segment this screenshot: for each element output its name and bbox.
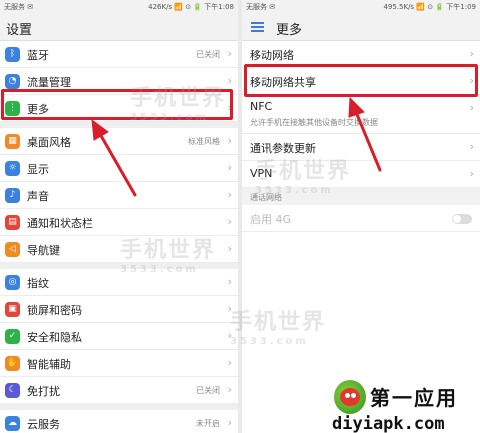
chevron-right-icon: › <box>227 302 232 315</box>
chevron-right-icon: › <box>227 134 232 147</box>
more-row-0[interactable]: 移动网络 › <box>242 41 480 68</box>
chevron-right-icon: › <box>227 275 232 288</box>
status-bar: 无服务 ✉ 426K/s 📶 ⊙ 🔋 下午1:08 <box>0 0 238 13</box>
settings-list: ᛒ 蓝牙 已关闭 › ◔ 流量管理 › ⋮ 更多 › ▦ 桌面风格 标准风格 › ☼ 显示 › ♪ 声音 › ▤ 通知和状… <box>0 41 238 433</box>
shield-icon: ✓ <box>5 329 20 344</box>
chevron-right-icon: › <box>227 416 232 429</box>
chevron-right-icon: › <box>227 74 232 87</box>
chevron-right-icon: › <box>227 356 232 369</box>
enable-4g-row[interactable]: 启用 4G <box>242 205 480 232</box>
settings-row-value: 未开启 <box>196 419 220 428</box>
settings-row-notification[interactable]: ▤ 通知和状态栏 › <box>0 209 238 236</box>
settings-row-sound[interactable]: ♪ 声音 › <box>0 182 238 209</box>
enable-4g-toggle[interactable] <box>452 214 472 224</box>
page-title: 更多 <box>276 23 303 38</box>
data-usage-icon: ◔ <box>5 74 20 89</box>
chevron-right-icon: › <box>469 140 474 153</box>
settings-row-label: 桌面风格 <box>27 136 71 149</box>
settings-row-display[interactable]: ☼ 显示 › <box>0 155 238 182</box>
settings-row-fingerprint[interactable]: ◎ 指纹 › <box>0 269 238 296</box>
more-row-label: NFC <box>250 100 273 113</box>
settings-title-bar: 设置 <box>0 13 238 41</box>
page-title: 设置 <box>6 23 33 38</box>
chevron-right-icon: › <box>469 47 474 60</box>
settings-row-label: 导航键 <box>27 244 60 257</box>
more-row-label: 移动网络 <box>250 49 294 62</box>
notification-icon: ▤ <box>5 215 20 230</box>
chevron-right-icon: › <box>227 242 232 255</box>
chevron-right-icon: › <box>227 215 232 228</box>
settings-row-label: 流量管理 <box>27 76 71 89</box>
cloud-icon: ☁ <box>5 416 20 431</box>
settings-row-bluetooth[interactable]: ᛒ 蓝牙 已关闭 › <box>0 41 238 68</box>
nav-keys-icon: ◁ <box>5 242 20 257</box>
chevron-right-icon: › <box>227 383 232 396</box>
settings-row-label: 锁屏和密码 <box>27 304 82 317</box>
brand-name: 第一应用 <box>370 386 458 410</box>
more-row-label: 移动网络共享 <box>250 76 316 89</box>
settings-row-lock[interactable]: ▣ 锁屏和密码 › <box>0 296 238 323</box>
more-row-4[interactable]: VPN › <box>242 161 480 188</box>
more-row-2[interactable]: NFC 允许手机在接触其他设备时交换数据 › <box>242 95 480 134</box>
settings-row-more[interactable]: ⋮ 更多 › <box>0 95 238 122</box>
settings-row-label: 指纹 <box>27 277 49 290</box>
more-row-3[interactable]: 通讯参数更新 › <box>242 134 480 161</box>
brand-logo: 第一应用 diyiapk.com <box>330 378 480 433</box>
display-icon: ☼ <box>5 161 20 176</box>
more-row-label: 通讯参数更新 <box>250 142 316 155</box>
settings-row-shield[interactable]: ✓ 安全和隐私 › <box>0 323 238 350</box>
fingerprint-icon: ◎ <box>5 275 20 290</box>
settings-row-hand[interactable]: ✋ 智能辅助 › <box>0 350 238 377</box>
chevron-right-icon: › <box>469 101 474 114</box>
section-header-call-network: 通话网络 <box>242 188 480 205</box>
lock-icon: ▣ <box>5 302 20 317</box>
more-title-bar: 更多 <box>242 13 480 41</box>
hand-icon: ✋ <box>5 356 20 371</box>
settings-row-label: 安全和隐私 <box>27 331 82 344</box>
chevron-right-icon: › <box>227 101 232 114</box>
settings-row-nav-keys[interactable]: ◁ 导航键 › <box>0 236 238 263</box>
status-right-text: 426K/s 📶 ⊙ 🔋 下午1:08 <box>148 3 234 11</box>
chevron-right-icon: › <box>227 329 232 342</box>
settings-row-label: 更多 <box>27 103 49 116</box>
sound-icon: ♪ <box>5 188 20 203</box>
carrier-text: 无服务 ✉ <box>4 3 34 11</box>
settings-row-moon[interactable]: ☾ 免打扰 已关闭 › <box>0 377 238 404</box>
settings-row-label: 蓝牙 <box>27 49 49 62</box>
chevron-right-icon: › <box>469 167 474 180</box>
menu-icon[interactable] <box>251 22 264 32</box>
moon-icon: ☾ <box>5 383 20 398</box>
settings-row-label: 显示 <box>27 163 49 176</box>
settings-row-value: 已关闭 <box>196 50 220 59</box>
settings-row-label: 免打扰 <box>27 385 60 398</box>
more-row-1[interactable]: 移动网络共享 › <box>242 68 480 95</box>
more-screen: 无服务 ✉ 495.5K/s 📶 ⊙ 🔋 下午1:09 更多 移动网络 › 移动网络… <box>242 0 480 433</box>
settings-row-label: 声音 <box>27 190 49 203</box>
settings-row-label: 智能辅助 <box>27 358 71 371</box>
more-list: 移动网络 › 移动网络共享 › NFC 允许手机在接触其他设备时交换数据 › 通讯参数更新 › V… <box>242 41 480 188</box>
chevron-right-icon: › <box>227 47 232 60</box>
bluetooth-icon: ᛒ <box>5 47 20 62</box>
settings-row-value: 已关闭 <box>196 386 220 395</box>
more-row-description: 允许手机在接触其他设备时交换数据 <box>250 118 378 127</box>
carrier-text: 无服务 ✉ <box>246 3 276 11</box>
chevron-right-icon: › <box>227 161 232 174</box>
chevron-right-icon: › <box>469 74 474 87</box>
settings-row-data-usage[interactable]: ◔ 流量管理 › <box>0 68 238 95</box>
more-row-label: VPN <box>250 167 273 180</box>
settings-row-label: 通知和状态栏 <box>27 217 93 230</box>
settings-row-home-style[interactable]: ▦ 桌面风格 标准风格 › <box>0 128 238 155</box>
chevron-right-icon: › <box>227 188 232 201</box>
settings-row-cloud[interactable]: ☁ 云服务 未开启 › <box>0 410 238 433</box>
status-bar: 无服务 ✉ 495.5K/s 📶 ⊙ 🔋 下午1:09 <box>242 0 480 13</box>
brand-url: diyiapk.com <box>332 414 445 433</box>
more-icon: ⋮ <box>5 101 20 116</box>
status-right-text: 495.5K/s 📶 ⊙ 🔋 下午1:09 <box>383 3 476 11</box>
settings-row-label: 云服务 <box>27 418 60 431</box>
brand-mascot-icon <box>334 380 366 414</box>
settings-screen: 无服务 ✉ 426K/s 📶 ⊙ 🔋 下午1:08 设置 ᛒ 蓝牙 已关闭 › ◔ 流量管… <box>0 0 238 433</box>
home-style-icon: ▦ <box>5 134 20 149</box>
settings-row-value: 标准风格 <box>188 137 220 146</box>
enable-4g-label: 启用 4G <box>250 213 292 226</box>
